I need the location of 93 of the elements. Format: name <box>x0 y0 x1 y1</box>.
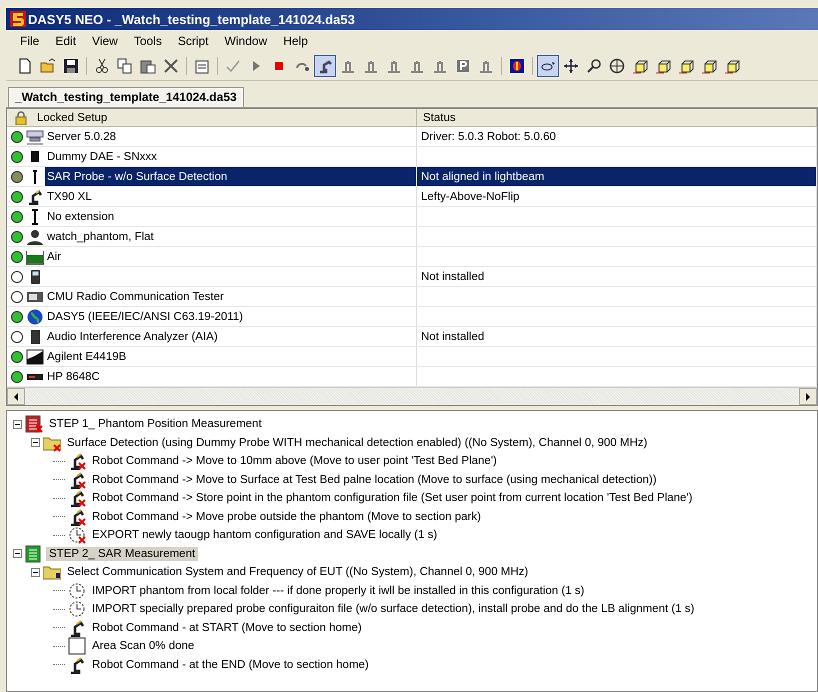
zoom-icon <box>586 58 602 74</box>
folder-icon <box>40 58 56 74</box>
parking-icon <box>455 58 471 74</box>
person-icon <box>26 228 44 244</box>
tree-item[interactable]: IMPORT specially prepared probe configuraiton file (w/o surface detection), install probe and do the LB alignment (1 s) <box>89 602 698 616</box>
delete-icon <box>163 58 179 74</box>
scroll-left-button[interactable] <box>7 388 25 405</box>
tree-item[interactable]: EXPORT newly taougp hantom configuration and SAVE locally (1 s) <box>89 528 440 542</box>
tree-item[interactable]: Robot Command -> Move to Surface at Test Bed palne location (Move to surface (using mechanical detection)) <box>89 472 660 487</box>
stand-icon <box>386 58 402 74</box>
cube-icon <box>632 58 648 74</box>
robot-arm-icon <box>27 188 43 204</box>
tree-item[interactable]: STEP 1_ Phantom Position Measurement <box>46 417 265 432</box>
tree-item[interactable]: Select Communication System and Frequency of EUT ((No System), Channel 0, 900 MHz) <box>64 565 532 580</box>
toolbar-button[interactable] <box>537 55 559 77</box>
device-name[interactable]: Server 5.0.28 <box>45 127 416 146</box>
tree-item[interactable]: Area Scan 0% done <box>89 639 198 654</box>
device-icon <box>30 328 40 344</box>
status-text: Not installed <box>421 330 484 342</box>
save-icon <box>63 58 79 74</box>
new-file-icon <box>17 58 33 74</box>
tree-item[interactable]: Robot Command -> Store point in the phantom configuration file (Set user point from current location 'Test Bed Plane') <box>89 491 696 506</box>
tree-item[interactable]: Robot Command -> Move to 10mm above (Move to user point 'Test Bed Plane') <box>89 454 500 468</box>
server-icon <box>26 128 44 144</box>
cube-icon <box>701 58 717 74</box>
stand-icon <box>363 58 379 74</box>
menu-item[interactable]: Edit <box>47 32 84 50</box>
device-name[interactable]: TX90 XL <box>45 187 416 206</box>
collapse-toggle[interactable] <box>31 438 40 448</box>
scissors-icon <box>94 58 110 74</box>
device-name[interactable]: Air <box>45 247 416 266</box>
right-arrow-icon <box>806 392 810 400</box>
stand-icon <box>340 58 356 74</box>
paste-icon <box>140 58 156 74</box>
tree-item[interactable]: Robot Command - at the END (Move to section home) <box>89 658 372 672</box>
device-name[interactable]: No extension <box>45 207 416 226</box>
stand-icon <box>478 58 494 74</box>
cube-icon <box>655 58 671 74</box>
menu-item[interactable]: Tools <box>126 32 170 50</box>
collapse-toggle[interactable] <box>13 420 22 429</box>
device-name[interactable]: watch_phantom, Flat <box>45 227 416 246</box>
block-icon <box>31 148 39 164</box>
field-icon <box>509 58 525 74</box>
column-header[interactable]: Locked Setup <box>7 109 417 127</box>
cube-icon <box>724 58 740 74</box>
collapse-toggle[interactable] <box>31 568 40 577</box>
toolbar-button[interactable] <box>314 55 336 77</box>
status-text: Driver: 5.0.3 Robot: 5.0.60 <box>421 130 556 142</box>
status-text: Not installed <box>421 270 484 282</box>
scroll-right-button[interactable] <box>799 388 817 405</box>
globe-icon <box>27 308 43 324</box>
device-name[interactable]: Audio Interference Analyzer (AIA) <box>45 327 416 346</box>
left-arrow-icon <box>14 392 18 400</box>
lock-icon <box>15 110 27 124</box>
collapse-toggle[interactable] <box>13 549 22 558</box>
tree-item[interactable]: Robot Command -> Move probe outside the phantom (Move to section park) <box>89 510 484 524</box>
device-name[interactable]: Dummy DAE - SNxxx <box>45 147 416 166</box>
tree-item[interactable]: Surface Detection (using Dummy Probe WITH mechanical detection enabled) ((No System), Channel 0, 900 MHz) <box>64 436 650 450</box>
column-title: Locked Setup <box>37 112 108 124</box>
tree-item[interactable]: IMPORT phantom from local folder --- if done properly it iwll be installed in this configuration (1 s) <box>89 584 588 598</box>
document-tab[interactable]: _Watch_testing_template_141024.da53 <box>8 87 244 107</box>
move-icon <box>563 58 579 74</box>
device-name[interactable]: HP 8648C <box>45 367 416 386</box>
status-text: Lefty-Above-NoFlip <box>421 190 520 202</box>
meter-icon <box>26 348 44 364</box>
rod-icon <box>32 208 38 224</box>
device-name[interactable]: DASY5 (IEEE/IEC/ANSI C63.19-2011) <box>45 307 416 326</box>
probe-icon <box>33 168 37 184</box>
menu-item[interactable]: Script <box>170 32 217 50</box>
menu-item[interactable]: Help <box>275 32 316 50</box>
robot-arm-icon <box>317 58 333 74</box>
menu-item[interactable]: Window <box>216 32 276 50</box>
device-name[interactable]: SAR Probe - w/o Surface Detection <box>45 167 416 186</box>
crosshair-icon <box>609 58 625 74</box>
horizontal-scrollbar[interactable] <box>7 387 817 405</box>
tree-item[interactable]: Robot Command - at START (Move to section home) <box>89 620 365 635</box>
menu-item[interactable]: File <box>12 32 48 50</box>
checkmark-icon <box>225 58 241 74</box>
window-title: DASY5 NEO - _Watch_testing_template_141024.da53 <box>28 12 355 26</box>
phone-icon <box>30 268 40 284</box>
stand-icon <box>409 58 425 74</box>
column-header[interactable]: Status <box>417 109 817 127</box>
status-text: Not aligned in lightbeam <box>421 170 544 182</box>
tray-icon <box>26 248 44 264</box>
stand-icon <box>432 58 448 74</box>
properties-icon <box>194 58 210 74</box>
cube-icon <box>678 58 694 74</box>
logo-icon <box>10 11 26 27</box>
menu-item[interactable]: View <box>84 32 126 50</box>
copy-icon <box>117 58 133 74</box>
tree-item[interactable]: STEP 2_ SAR Measurement <box>46 546 198 561</box>
device-name[interactable]: Agilent E4419B <box>45 347 416 366</box>
device-name[interactable]: CMU Radio Communication Tester <box>45 287 416 306</box>
